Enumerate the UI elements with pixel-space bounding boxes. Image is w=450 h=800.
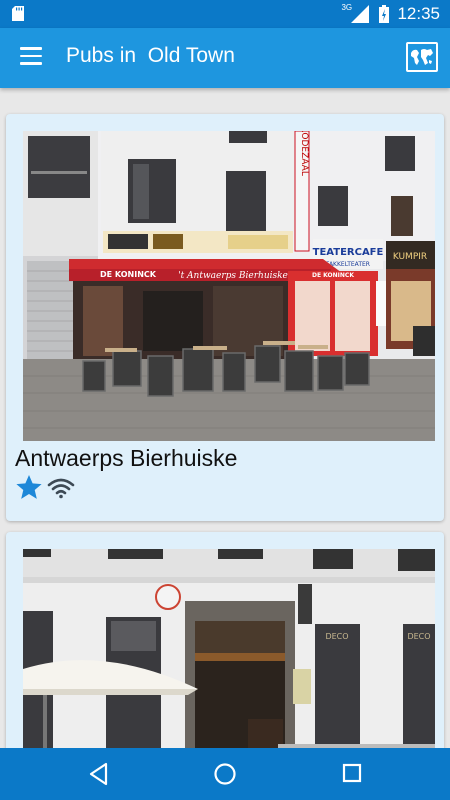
shop-sign-text: KUMPIR bbox=[393, 252, 427, 262]
favorite-star-icon[interactable] bbox=[15, 474, 43, 501]
window-text-2: DECO bbox=[407, 632, 430, 641]
pub-list[interactable]: RODEZAAL TEATERCAFE FAKKELTEATER KUMPIR … bbox=[0, 88, 450, 748]
menu-icon[interactable] bbox=[20, 47, 42, 67]
sd-card-icon bbox=[12, 6, 24, 21]
brand-sign-text: DE KONINCK bbox=[100, 270, 157, 279]
pub-photo: RODEZAAL TEATERCAFE FAKKELTEATER KUMPIR … bbox=[23, 131, 435, 441]
navigation-bar bbox=[0, 748, 450, 800]
vertical-sign-text: RODEZAAL bbox=[299, 131, 309, 176]
pub-features bbox=[15, 474, 75, 501]
pub-photo: DECO DECO bbox=[23, 549, 435, 748]
brand-sign-2-text: DE KONINCK bbox=[312, 272, 354, 279]
app-bar: Pubs in Old Town bbox=[0, 28, 450, 88]
recents-icon[interactable] bbox=[342, 763, 362, 783]
signal-icon: 3G bbox=[341, 3, 371, 23]
pub-card[interactable]: RODEZAAL TEATERCAFE FAKKELTEATER KUMPIR … bbox=[6, 114, 444, 521]
awning-sign-text: 't Antwaerps Bierhuiske bbox=[178, 271, 288, 281]
page-title: Pubs in Old Town bbox=[66, 44, 235, 67]
status-bar: 3G 12:35 bbox=[0, 0, 450, 28]
wifi-icon bbox=[47, 478, 75, 498]
neighbor-sign-text: TEATERCAFE bbox=[313, 247, 384, 258]
network-type: 3G bbox=[341, 3, 353, 12]
world-map-icon[interactable] bbox=[406, 42, 438, 72]
home-icon[interactable] bbox=[213, 762, 237, 786]
back-icon[interactable] bbox=[88, 762, 110, 786]
battery-icon bbox=[379, 5, 390, 23]
clock: 12:35 bbox=[397, 4, 440, 23]
pub-name: Antwaerps Bierhuiske bbox=[15, 445, 238, 471]
pub-card[interactable]: DECO DECO bbox=[6, 532, 444, 748]
window-text: DECO bbox=[325, 632, 348, 641]
